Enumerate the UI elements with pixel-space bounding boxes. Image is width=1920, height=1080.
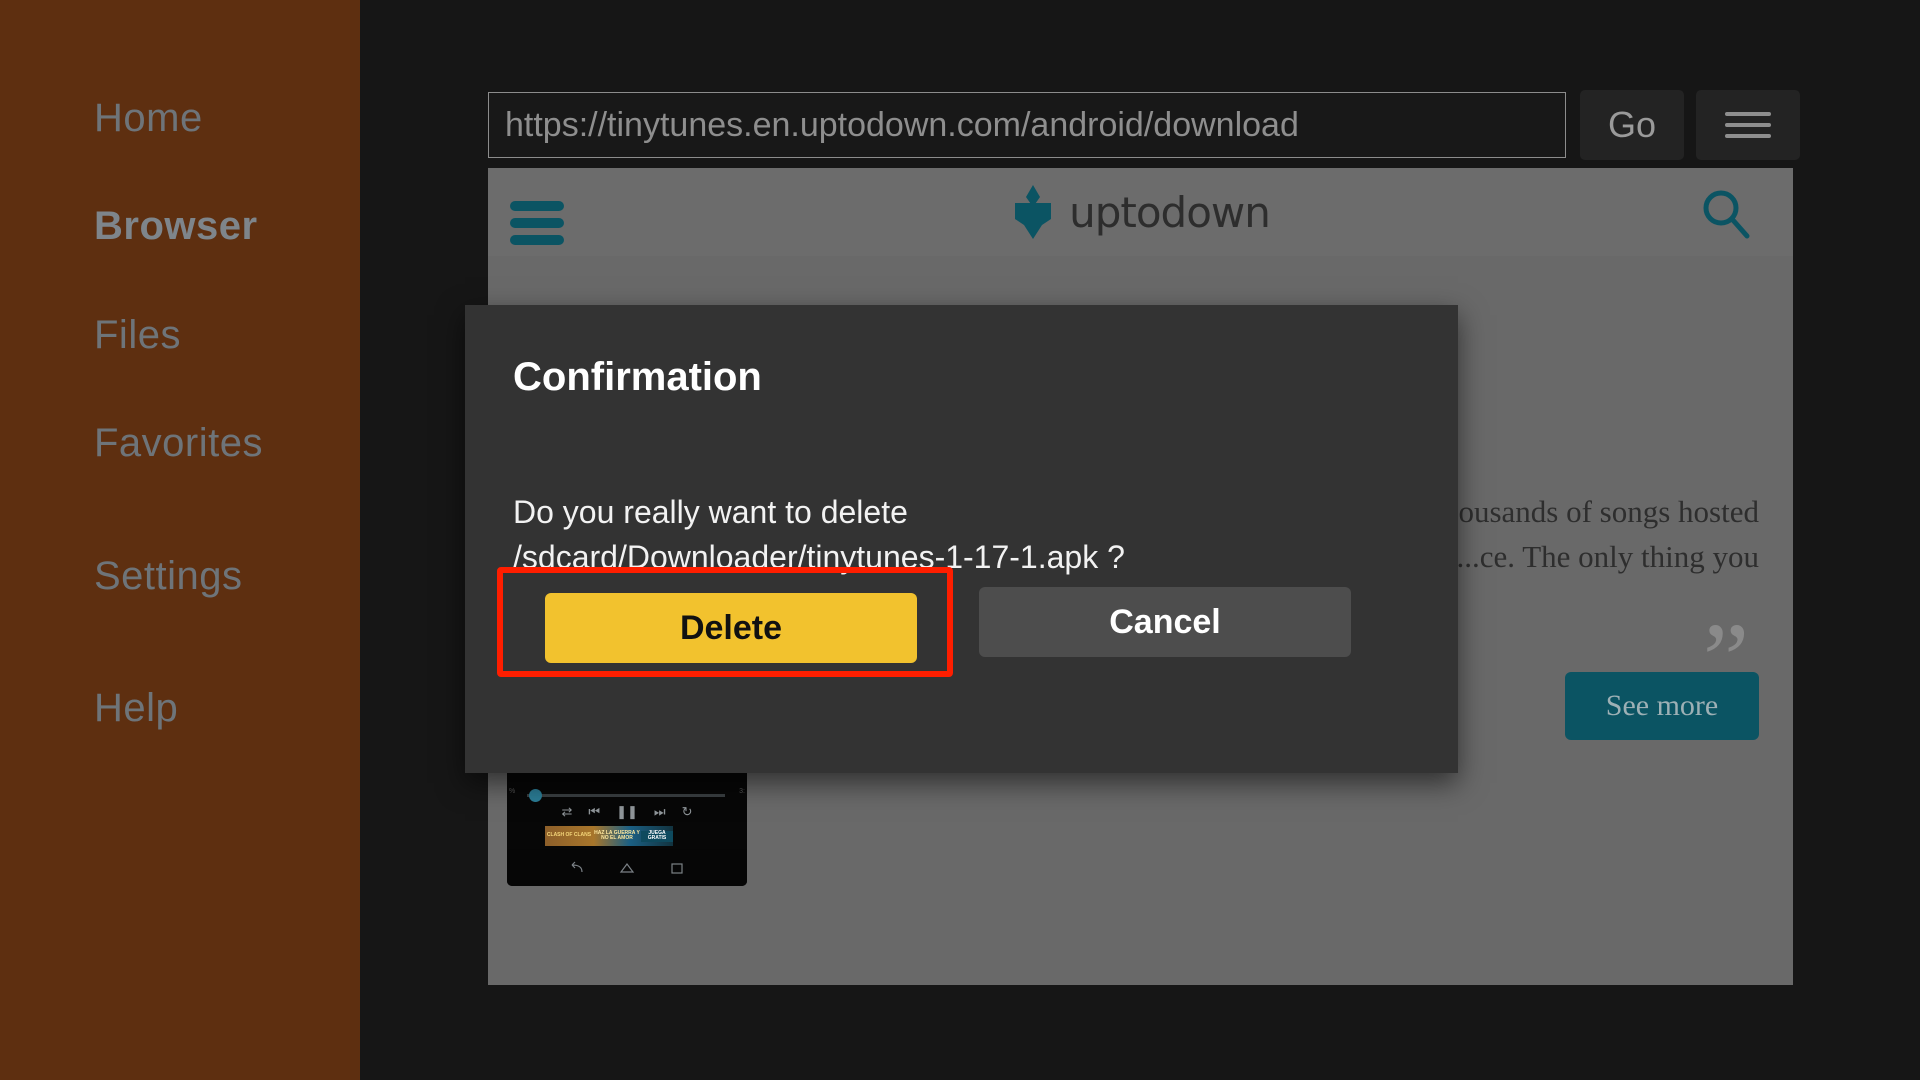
sidebar-item-home[interactable]: Home [94, 96, 203, 141]
sidebar-item-settings[interactable]: Settings [94, 554, 243, 599]
url-input-value: https://tinytunes.en.uptodown.com/androi… [505, 105, 1299, 144]
sidebar-item-favorites[interactable]: Favorites [94, 421, 263, 466]
confirmation-dialog: Confirmation Do you really want to delet… [465, 305, 1458, 773]
url-input[interactable]: https://tinytunes.en.uptodown.com/androi… [488, 92, 1566, 158]
browser-menu-button[interactable] [1696, 90, 1800, 160]
site-search-button[interactable] [1699, 186, 1753, 245]
search-icon [1703, 190, 1750, 239]
ad-text-primary: CLASH OF CLANS [546, 832, 592, 839]
shuffle-icon: ⇄ [561, 804, 573, 819]
previous-track-icon: ⏮ [588, 804, 601, 819]
screenshot-android-navbar [507, 849, 747, 886]
cancel-button-label: Cancel [1109, 602, 1221, 641]
cancel-button[interactable]: Cancel [979, 587, 1351, 657]
go-button-label: Go [1607, 104, 1657, 145]
recents-icon [671, 862, 683, 874]
seek-knob [529, 789, 542, 802]
next-track-icon: ⏭ [653, 804, 666, 819]
seek-start-label: % [509, 788, 516, 795]
delete-button[interactable]: Delete [545, 593, 917, 663]
pause-icon: ❚❚ [616, 804, 638, 819]
seek-end-label: 3: [739, 788, 745, 795]
seek-track [527, 794, 725, 797]
sidebar-item-browser[interactable]: Browser [94, 204, 258, 249]
ad-text-cta: JUEGA GRATIS [641, 830, 673, 842]
see-more-button[interactable]: See more [1565, 672, 1759, 740]
see-more-label: See more [1605, 689, 1719, 722]
app-root: Home Browser Files Favorites Settings He… [0, 0, 1920, 1080]
sidebar-item-files[interactable]: Files [94, 313, 181, 358]
delete-button-label: Delete [679, 608, 783, 647]
home-icon [619, 862, 635, 873]
uptodown-logo-icon [1015, 185, 1052, 239]
sidebar-nav: Home Browser Files Favorites Settings He… [0, 0, 360, 1080]
dialog-title: Confirmation [513, 355, 762, 399]
delete-button-focus-highlight: Delete [497, 567, 953, 677]
site-brand[interactable]: uptodown [488, 168, 1793, 256]
ad-text-secondary: HAZ LA GUERRA Y NO EL AMOR [594, 829, 640, 841]
screenshot-player-controls: ⇄ ⏮ ❚❚ ⏭ ↻ [507, 804, 747, 820]
go-button[interactable]: Go [1580, 90, 1684, 160]
hamburger-icon [1725, 105, 1771, 145]
sidebar-item-help[interactable]: Help [94, 686, 178, 731]
site-brand-name: uptodown [1069, 187, 1271, 237]
repeat-icon: ↻ [681, 804, 693, 819]
screenshot-seekbar: % 3: [507, 788, 747, 802]
screenshot-ad-banner: CLASH OF CLANS HAZ LA GUERRA Y NO EL AMO… [545, 826, 673, 846]
back-icon [571, 861, 583, 872]
site-header: uptodown [488, 168, 1793, 256]
